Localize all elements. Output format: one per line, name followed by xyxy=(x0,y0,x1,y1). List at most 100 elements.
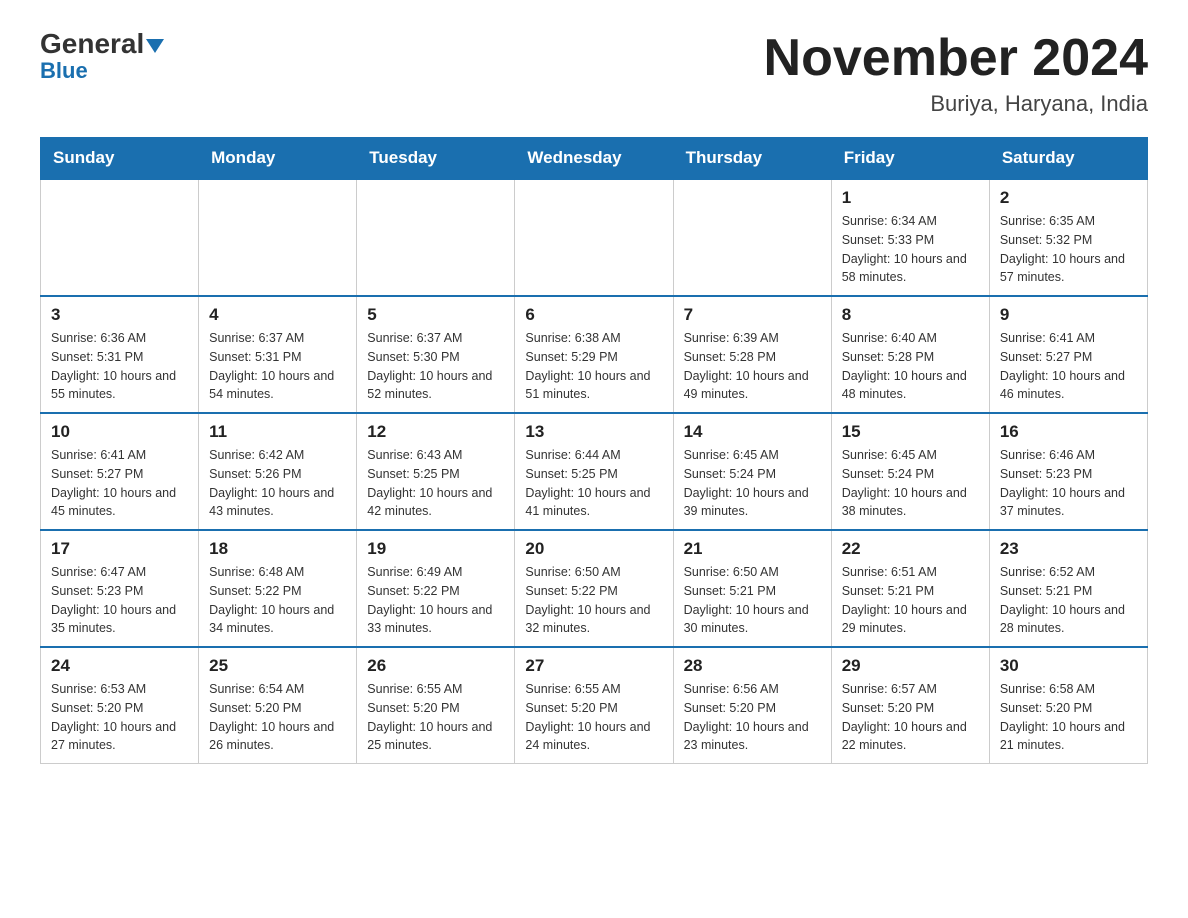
location-title: Buriya, Haryana, India xyxy=(764,91,1148,117)
calendar-cell: 13 Sunrise: 6:44 AMSunset: 5:25 PMDayligh… xyxy=(515,413,673,530)
calendar-cell xyxy=(357,179,515,296)
day-number: 9 xyxy=(1000,305,1137,325)
calendar-cell: 26 Sunrise: 6:55 AMSunset: 5:20 PMDayligh… xyxy=(357,647,515,764)
logo-blue-text: Blue xyxy=(40,58,88,84)
day-info: Sunrise: 6:35 AMSunset: 5:32 PMDaylight:… xyxy=(1000,212,1137,287)
day-number: 15 xyxy=(842,422,979,442)
day-info: Sunrise: 6:37 AMSunset: 5:31 PMDaylight:… xyxy=(209,329,346,404)
week-row-0: 1 Sunrise: 6:34 AMSunset: 5:33 PMDaylight… xyxy=(41,179,1148,296)
day-info: Sunrise: 6:41 AMSunset: 5:27 PMDaylight:… xyxy=(51,446,188,521)
day-number: 17 xyxy=(51,539,188,559)
day-number: 26 xyxy=(367,656,504,676)
day-info: Sunrise: 6:48 AMSunset: 5:22 PMDaylight:… xyxy=(209,563,346,638)
day-number: 25 xyxy=(209,656,346,676)
month-title: November 2024 xyxy=(764,30,1148,87)
calendar-cell: 15 Sunrise: 6:45 AMSunset: 5:24 PMDayligh… xyxy=(831,413,989,530)
day-number: 7 xyxy=(684,305,821,325)
day-number: 6 xyxy=(525,305,662,325)
day-number: 2 xyxy=(1000,188,1137,208)
day-info: Sunrise: 6:52 AMSunset: 5:21 PMDaylight:… xyxy=(1000,563,1137,638)
day-number: 16 xyxy=(1000,422,1137,442)
calendar-cell xyxy=(199,179,357,296)
header-monday: Monday xyxy=(199,138,357,180)
day-number: 21 xyxy=(684,539,821,559)
day-info: Sunrise: 6:46 AMSunset: 5:23 PMDaylight:… xyxy=(1000,446,1137,521)
header-wednesday: Wednesday xyxy=(515,138,673,180)
day-info: Sunrise: 6:38 AMSunset: 5:29 PMDaylight:… xyxy=(525,329,662,404)
calendar-cell: 21 Sunrise: 6:50 AMSunset: 5:21 PMDayligh… xyxy=(673,530,831,647)
header-thursday: Thursday xyxy=(673,138,831,180)
calendar-cell: 1 Sunrise: 6:34 AMSunset: 5:33 PMDaylight… xyxy=(831,179,989,296)
calendar-table: Sunday Monday Tuesday Wednesday Thursday… xyxy=(40,137,1148,764)
day-number: 14 xyxy=(684,422,821,442)
calendar-cell: 27 Sunrise: 6:55 AMSunset: 5:20 PMDayligh… xyxy=(515,647,673,764)
calendar-cell: 24 Sunrise: 6:53 AMSunset: 5:20 PMDayligh… xyxy=(41,647,199,764)
calendar-cell: 7 Sunrise: 6:39 AMSunset: 5:28 PMDaylight… xyxy=(673,296,831,413)
day-info: Sunrise: 6:50 AMSunset: 5:21 PMDaylight:… xyxy=(684,563,821,638)
calendar-cell: 5Sunrise: 6:37 AMSunset: 5:30 PMDaylight… xyxy=(357,296,515,413)
day-number: 27 xyxy=(525,656,662,676)
day-info: Sunrise: 6:53 AMSunset: 5:20 PMDaylight:… xyxy=(51,680,188,755)
calendar-cell: 9 Sunrise: 6:41 AMSunset: 5:27 PMDaylight… xyxy=(989,296,1147,413)
day-number: 29 xyxy=(842,656,979,676)
day-info: Sunrise: 6:54 AMSunset: 5:20 PMDaylight:… xyxy=(209,680,346,755)
day-info: Sunrise: 6:57 AMSunset: 5:20 PMDaylight:… xyxy=(842,680,979,755)
day-info: Sunrise: 6:41 AMSunset: 5:27 PMDaylight:… xyxy=(1000,329,1137,404)
day-info: Sunrise: 6:45 AMSunset: 5:24 PMDaylight:… xyxy=(684,446,821,521)
calendar-cell: 18 Sunrise: 6:48 AMSunset: 5:22 PMDayligh… xyxy=(199,530,357,647)
day-info: Sunrise: 6:42 AMSunset: 5:26 PMDaylight:… xyxy=(209,446,346,521)
calendar-cell: 19Sunrise: 6:49 AMSunset: 5:22 PMDayligh… xyxy=(357,530,515,647)
week-row-4: 24 Sunrise: 6:53 AMSunset: 5:20 PMDayligh… xyxy=(41,647,1148,764)
day-number: 13 xyxy=(525,422,662,442)
header-friday: Friday xyxy=(831,138,989,180)
day-number: 3 xyxy=(51,305,188,325)
day-number: 22 xyxy=(842,539,979,559)
day-info: Sunrise: 6:45 AMSunset: 5:24 PMDaylight:… xyxy=(842,446,979,521)
day-number: 1 xyxy=(842,188,979,208)
calendar-cell: 22 Sunrise: 6:51 AMSunset: 5:21 PMDayligh… xyxy=(831,530,989,647)
day-number: 24 xyxy=(51,656,188,676)
day-number: 28 xyxy=(684,656,821,676)
calendar-header-row: Sunday Monday Tuesday Wednesday Thursday… xyxy=(41,138,1148,180)
day-number: 10 xyxy=(51,422,188,442)
day-info: Sunrise: 6:36 AMSunset: 5:31 PMDaylight:… xyxy=(51,329,188,404)
calendar-cell: 3 Sunrise: 6:36 AMSunset: 5:31 PMDaylight… xyxy=(41,296,199,413)
calendar-cell: 25 Sunrise: 6:54 AMSunset: 5:20 PMDayligh… xyxy=(199,647,357,764)
logo-general-text: General xyxy=(40,30,164,58)
day-number: 5 xyxy=(367,305,504,325)
calendar-cell xyxy=(673,179,831,296)
day-info: Sunrise: 6:58 AMSunset: 5:20 PMDaylight:… xyxy=(1000,680,1137,755)
calendar-cell xyxy=(515,179,673,296)
day-info: Sunrise: 6:47 AMSunset: 5:23 PMDaylight:… xyxy=(51,563,188,638)
day-info: Sunrise: 6:44 AMSunset: 5:25 PMDaylight:… xyxy=(525,446,662,521)
day-number: 8 xyxy=(842,305,979,325)
day-info: Sunrise: 6:34 AMSunset: 5:33 PMDaylight:… xyxy=(842,212,979,287)
day-info: Sunrise: 6:55 AMSunset: 5:20 PMDaylight:… xyxy=(367,680,504,755)
header: General Blue November 2024 Buriya, Harya… xyxy=(40,30,1148,117)
day-info: Sunrise: 6:49 AMSunset: 5:22 PMDaylight:… xyxy=(367,563,504,638)
calendar-cell: 28Sunrise: 6:56 AMSunset: 5:20 PMDayligh… xyxy=(673,647,831,764)
day-info: Sunrise: 6:39 AMSunset: 5:28 PMDaylight:… xyxy=(684,329,821,404)
day-number: 23 xyxy=(1000,539,1137,559)
logo-triangle-icon xyxy=(146,39,164,53)
logo: General Blue xyxy=(40,30,164,84)
calendar-cell: 12 Sunrise: 6:43 AMSunset: 5:25 PMDayligh… xyxy=(357,413,515,530)
day-info: Sunrise: 6:55 AMSunset: 5:20 PMDaylight:… xyxy=(525,680,662,755)
header-tuesday: Tuesday xyxy=(357,138,515,180)
calendar-cell: 16 Sunrise: 6:46 AMSunset: 5:23 PMDayligh… xyxy=(989,413,1147,530)
day-number: 18 xyxy=(209,539,346,559)
calendar-cell: 8 Sunrise: 6:40 AMSunset: 5:28 PMDaylight… xyxy=(831,296,989,413)
calendar-cell: 29 Sunrise: 6:57 AMSunset: 5:20 PMDayligh… xyxy=(831,647,989,764)
day-info: Sunrise: 6:40 AMSunset: 5:28 PMDaylight:… xyxy=(842,329,979,404)
header-sunday: Sunday xyxy=(41,138,199,180)
calendar-cell: 10 Sunrise: 6:41 AMSunset: 5:27 PMDayligh… xyxy=(41,413,199,530)
day-number: 12 xyxy=(367,422,504,442)
calendar-cell: 17 Sunrise: 6:47 AMSunset: 5:23 PMDayligh… xyxy=(41,530,199,647)
day-number: 20 xyxy=(525,539,662,559)
calendar-cell: 30 Sunrise: 6:58 AMSunset: 5:20 PMDayligh… xyxy=(989,647,1147,764)
day-info: Sunrise: 6:43 AMSunset: 5:25 PMDaylight:… xyxy=(367,446,504,521)
day-info: Sunrise: 6:51 AMSunset: 5:21 PMDaylight:… xyxy=(842,563,979,638)
title-area: November 2024 Buriya, Haryana, India xyxy=(764,30,1148,117)
day-number: 30 xyxy=(1000,656,1137,676)
calendar-cell: 14 Sunrise: 6:45 AMSunset: 5:24 PMDayligh… xyxy=(673,413,831,530)
